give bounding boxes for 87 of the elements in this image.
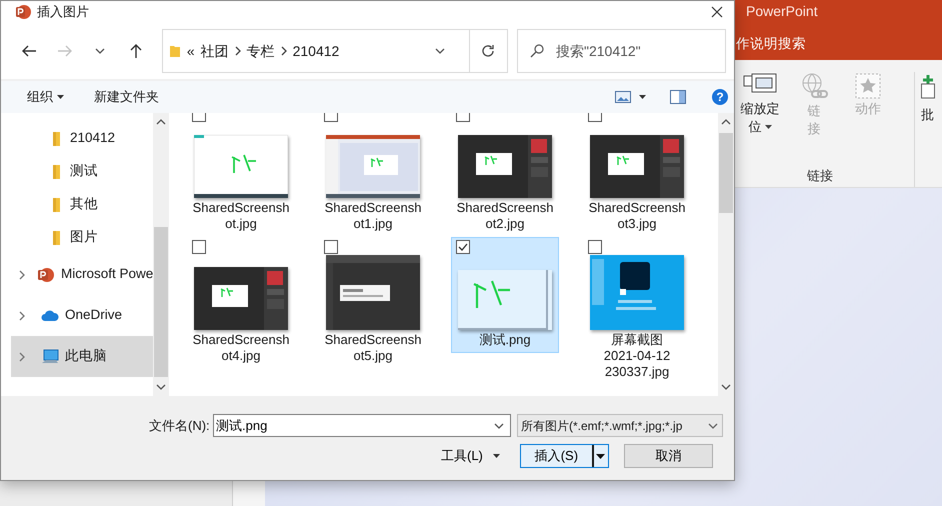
chevron-right-icon (280, 46, 287, 56)
file-name: SharedScreensh ot5.jpg (324, 332, 422, 365)
scroll-down-icon (156, 384, 166, 390)
file-item[interactable]: 测试.png (451, 237, 559, 353)
caret-icon (639, 95, 646, 99)
chevron-down-icon (434, 48, 445, 54)
expand-chevron-icon (19, 270, 25, 280)
search-icon (530, 44, 544, 58)
caret-icon (57, 95, 64, 99)
new-folder-button[interactable]: 新建文件夹 (88, 85, 165, 109)
close-icon (711, 6, 723, 18)
computer-icon (41, 348, 59, 364)
caret-icon (596, 454, 606, 458)
sidebar-item[interactable]: 210412 (11, 122, 153, 155)
tell-me-search[interactable]: 作说明搜索 (736, 34, 806, 54)
folder-icon (168, 44, 181, 58)
checkbox[interactable] (192, 240, 206, 254)
expand-chevron-icon (19, 352, 25, 362)
file-item[interactable]: SharedScreensh ot.jpg (187, 113, 295, 237)
app-icon (37, 266, 55, 282)
sidebar-item[interactable]: 其他 (11, 188, 153, 221)
checkbox[interactable] (324, 240, 338, 254)
refresh-icon (481, 44, 496, 58)
cancel-button[interactable]: 取消 (624, 444, 713, 468)
window-title: 插入图片 (37, 3, 89, 22)
checkbox[interactable] (588, 240, 602, 254)
pane-icon (670, 90, 686, 104)
file-name: SharedScreensh ot4.jpg (192, 332, 290, 365)
group-label: 链接 (806, 166, 834, 184)
organize-menu[interactable]: 组织 (21, 85, 70, 109)
scroll-up-icon (156, 119, 166, 125)
sidebar-item[interactable]: OneDrive (11, 295, 153, 336)
insert-dropdown[interactable] (592, 445, 608, 467)
file-item[interactable]: SharedScreensh ot1.jpg (319, 113, 427, 237)
file-type-dropdown[interactable]: 所有图片(*.emf;*.wmf;*.jpg;*.jp (517, 414, 723, 437)
tools-menu[interactable]: 工具(L) (441, 446, 500, 466)
breadcrumb[interactable]: 210412 (292, 40, 340, 62)
file-item[interactable]: SharedScreensh ot4.jpg (187, 237, 295, 369)
chevron-down-icon (95, 48, 106, 54)
check-icon (458, 243, 468, 251)
help-button[interactable]: ? (706, 87, 734, 107)
chevron-down-icon (494, 423, 504, 429)
file-name: 屏幕截图 2021-04-12 230337.jpg (604, 332, 670, 381)
breadcrumb[interactable]: 专栏 (246, 40, 275, 62)
file-item[interactable]: SharedScreensh ot5.jpg (319, 237, 427, 369)
file-name: SharedScreensh ot2.jpg (456, 200, 554, 233)
folder-icon (51, 230, 63, 246)
file-item[interactable]: SharedScreensh ot2.jpg (451, 113, 559, 237)
file-item[interactable]: SharedScreensh ot3.jpg (583, 113, 691, 237)
plus-icon (921, 72, 935, 100)
ribbon-button[interactable]: 缩放定 位 (736, 72, 784, 138)
breadcrumb[interactable]: 社团 (200, 40, 229, 62)
file-name: SharedScreensh ot1.jpg (324, 200, 422, 233)
sidebar-item[interactable]: Microsoft Powe (11, 254, 153, 295)
file-item[interactable]: 屏幕截图 2021-04-12 230337.jpg (583, 237, 691, 385)
cloud-icon (41, 310, 59, 322)
scroll-up-icon (721, 119, 731, 125)
address-bar[interactable]: « 社团 专栏 210412 (162, 29, 508, 73)
forward-icon (56, 43, 73, 59)
filename-field[interactable]: 测试.png (213, 414, 511, 437)
file-name: SharedScreensh ot3.jpg (588, 200, 686, 233)
field-label: 文件名(N): (149, 416, 211, 435)
folder-icon (51, 130, 63, 146)
sidebar-item[interactable]: 此电脑 (11, 336, 153, 377)
checkbox[interactable] (456, 240, 470, 254)
folder-icon (51, 196, 63, 212)
scrollbar-thumb[interactable] (719, 133, 733, 213)
folder-icon (51, 164, 63, 180)
scrollbar-thumb[interactable] (154, 227, 168, 377)
up-icon (128, 43, 144, 59)
scroll-down-icon (721, 384, 731, 390)
search-field[interactable]: 搜索"210412" (516, 29, 726, 73)
chevron-right-icon (234, 46, 241, 56)
app-icon (15, 4, 31, 20)
overflow-chevrons[interactable]: « (186, 40, 195, 62)
caret-icon (764, 125, 772, 129)
chevron-down-icon (708, 422, 718, 428)
ribbon-button[interactable]: 批 (921, 72, 937, 187)
picture-view-icon (615, 91, 631, 103)
file-name: 测试.png (479, 332, 531, 349)
expand-chevron-icon (19, 310, 25, 320)
sidebar-item[interactable]: 测试 (11, 155, 153, 188)
file-name: SharedScreensh ot.jpg (192, 200, 290, 233)
back-icon (20, 43, 37, 59)
sidebar-item[interactable]: 图片 (11, 221, 153, 254)
caret-icon (492, 454, 500, 458)
app-title: PowerPoint (746, 2, 818, 21)
